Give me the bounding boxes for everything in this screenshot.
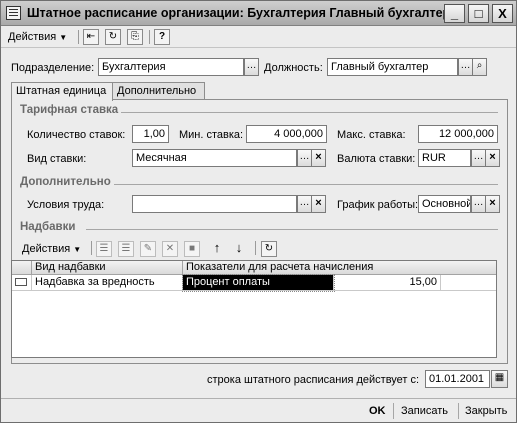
schedule-label: График работы: <box>337 199 419 211</box>
min-rate-label: Мин. ставка: <box>179 129 244 141</box>
section-divider <box>86 229 498 230</box>
rate-type-label: Вид ставки: <box>27 153 87 165</box>
row-type-icon <box>12 275 32 291</box>
allowances-actions-menu[interactable]: Действия ▼ <box>22 241 81 257</box>
bottom-bar: OK Записать Закрыть <box>1 398 516 422</box>
position-select-button[interactable]: … <box>458 58 473 76</box>
toolbar-separator <box>149 30 150 44</box>
refresh-data-icon[interactable]: ↻ <box>105 29 121 45</box>
title-bar: Штатное расписание организации: Бухгалте… <box>1 1 516 26</box>
help-button[interactable]: ? <box>154 29 170 45</box>
button-separator <box>458 403 459 419</box>
indicator-cell[interactable]: Процент оплаты <box>182 274 335 292</box>
toolbar-separator <box>78 30 79 44</box>
refresh-table-icon[interactable]: ↻ <box>261 241 277 257</box>
effective-date-label: строка штатного расписания действует с: <box>207 374 420 386</box>
schedule-clear-icon[interactable]: × <box>485 195 500 213</box>
go-back-icon[interactable]: ⇤ <box>83 29 99 45</box>
work-conditions-clear-icon[interactable]: × <box>311 195 326 213</box>
copy-settings-icon[interactable]: ⎘ <box>127 29 143 45</box>
dropdown-arrow-icon: ▼ <box>59 33 68 42</box>
actions-menu-button[interactable]: Действия ▼ <box>5 29 70 45</box>
position-label: Должность: <box>264 62 323 74</box>
move-up-icon[interactable]: ↑ <box>209 241 225 257</box>
indicator-value-cell[interactable]: 15,00 <box>334 275 441 291</box>
column-header-allowance-type[interactable]: Вид надбавки <box>32 261 183 275</box>
dropdown-arrow-icon: ▼ <box>73 245 82 254</box>
effective-date-field[interactable]: 01.01.2001 <box>425 370 490 388</box>
allowances-table: Вид надбавки Показатели для расчета начи… <box>11 260 497 358</box>
close-window-button[interactable]: X <box>492 4 513 23</box>
department-select-button[interactable]: … <box>244 58 259 76</box>
allowance-type-cell[interactable]: Надбавка за вредность <box>32 275 183 291</box>
tariff-section-title: Тарифная ставка <box>20 104 119 116</box>
row-marker-header <box>12 261 32 275</box>
currency-label: Валюта ставки: <box>337 153 416 165</box>
minimize-button[interactable]: _ <box>444 4 465 23</box>
rate-type-select-button[interactable]: … <box>297 149 312 167</box>
section-divider <box>114 184 498 185</box>
maximize-button[interactable]: □ <box>468 4 489 23</box>
magnifier-icon: ⌕ <box>476 60 483 71</box>
toolbar-separator <box>255 241 256 255</box>
schedule-field[interactable]: Основной <box>418 195 471 213</box>
currency-field[interactable]: RUR <box>418 149 471 167</box>
rates-count-label: Количество ставок: <box>27 129 126 141</box>
currency-clear-icon[interactable]: × <box>485 149 500 167</box>
work-conditions-label: Условия труда: <box>27 199 105 211</box>
work-conditions-select-button[interactable]: … <box>297 195 312 213</box>
work-conditions-field[interactable] <box>132 195 297 213</box>
empty-cell[interactable] <box>441 275 496 291</box>
end-edit-icon[interactable]: ■ <box>184 241 200 257</box>
window: Штатное расписание организации: Бухгалте… <box>0 0 517 423</box>
form-icon <box>6 6 21 20</box>
delete-row-icon[interactable]: ✕ <box>162 241 178 257</box>
department-field[interactable]: Бухгалтерия <box>98 58 244 76</box>
window-title: Штатное расписание организации: Бухгалте… <box>27 6 451 20</box>
max-rate-label: Макс. ставка: <box>337 129 406 141</box>
copy-row-icon[interactable]: ☰ <box>118 241 134 257</box>
allowances-section-title: Надбавки <box>20 221 76 233</box>
section-divider <box>121 112 498 113</box>
form-toolbar: Действия ▼ ⇤ ↻ ⎘ ? <box>1 26 516 48</box>
min-rate-field[interactable]: 4 000,000 <box>246 125 327 143</box>
actions-menu-label: Действия <box>8 31 57 43</box>
rate-type-clear-icon[interactable]: × <box>311 149 326 167</box>
department-label: Подразделение: <box>11 62 95 74</box>
additional-section-title: Дополнительно <box>20 176 111 188</box>
calendar-icon[interactable]: ▦ <box>491 370 508 388</box>
rates-count-field[interactable]: 1,00 <box>132 125 169 143</box>
schedule-select-button[interactable]: … <box>471 195 486 213</box>
close-button[interactable]: Закрыть <box>461 402 511 420</box>
allowances-actions-label: Действия <box>22 243 71 255</box>
tab-additional[interactable]: Дополнительно <box>112 82 205 100</box>
move-down-icon[interactable]: ↓ <box>231 241 247 257</box>
rate-type-field[interactable]: Месячная <box>132 149 297 167</box>
max-rate-field[interactable]: 12 000,000 <box>418 125 498 143</box>
currency-select-button[interactable]: … <box>471 149 486 167</box>
ok-button[interactable]: OK <box>365 402 390 420</box>
edit-row-icon[interactable]: ✎ <box>140 241 156 257</box>
tab-staff-unit[interactable]: Штатная единица <box>11 82 113 101</box>
toolbar-separator <box>91 241 92 255</box>
position-open-button[interactable]: ⌕ <box>472 58 487 76</box>
position-field[interactable]: Главный бухгалтер <box>327 58 458 76</box>
button-separator <box>393 403 394 419</box>
save-button[interactable]: Записать <box>397 402 452 420</box>
column-header-indicators[interactable]: Показатели для расчета начисления <box>183 261 496 275</box>
add-row-icon[interactable]: ☰ <box>96 241 112 257</box>
